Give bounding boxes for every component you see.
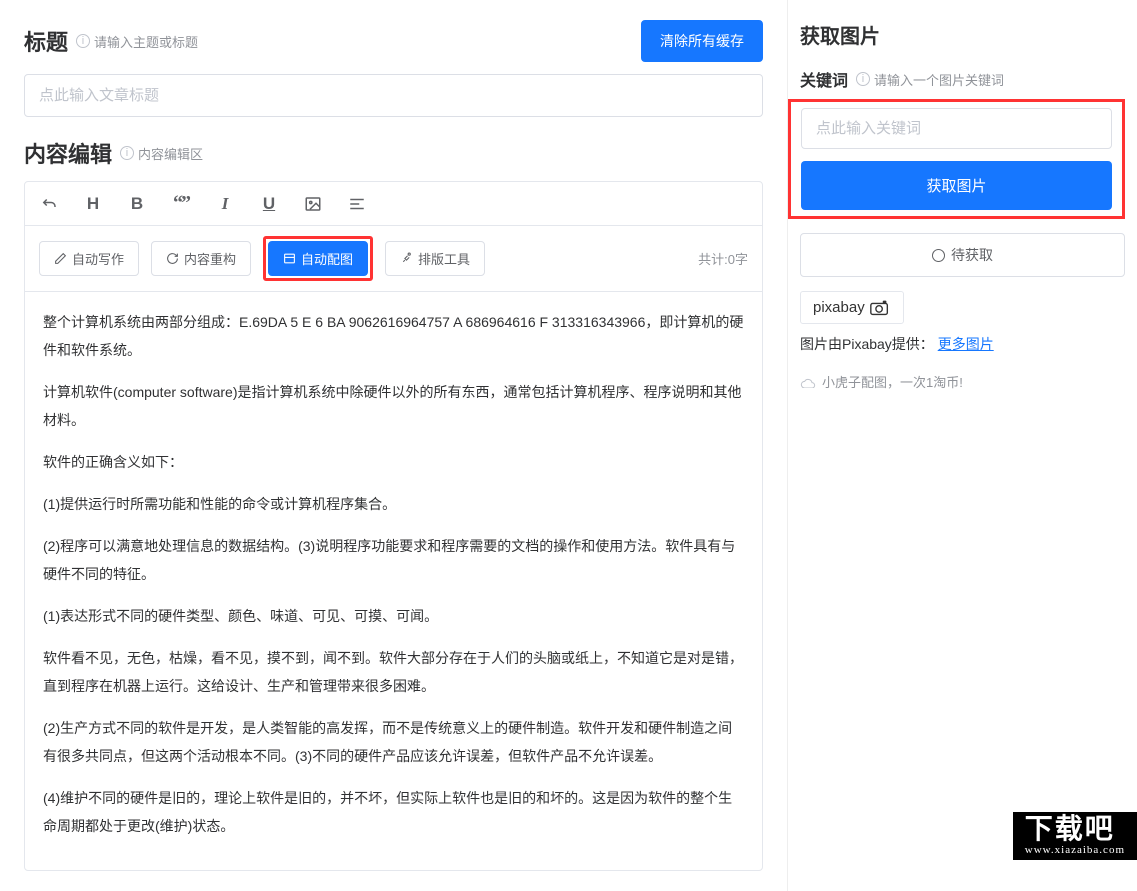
italic-icon[interactable]: I [215,194,235,214]
image-layout-icon [283,252,296,265]
underline-icon[interactable]: U [259,194,279,214]
align-icon[interactable] [347,195,367,213]
paragraph: (4)维护不同的硬件是旧的，理论上软件是旧的，并不坏，但实际上软件也是旧的和坏的… [43,784,744,840]
word-counter: 共计:0字 [698,249,748,268]
format-toolbar: H B “” I U [25,182,762,226]
refresh-icon [166,252,179,265]
quote-icon[interactable]: “” [171,192,191,215]
editor-container: H B “” I U 自动写作 内容重构 [24,181,763,871]
heading-icon[interactable]: H [83,194,103,214]
paragraph: (2)生产方式不同的软件是开发，是人类智能的高发挥，而不是传统意义上的硬件制造。… [43,714,744,770]
bold-icon[interactable]: B [127,194,147,214]
content-hint: i 内容编辑区 [120,144,203,163]
keyword-highlight-box: 获取图片 [788,99,1125,219]
undo-icon[interactable] [39,195,59,213]
paragraph: 软件看不见，无色，枯燥，看不见，摸不到，闻不到。软件大部分存在于人们的头脑或纸上… [43,644,744,700]
circle-icon [932,249,945,262]
watermark: 下载吧 www.xiazaiba.com [1013,812,1137,860]
coin-note: 小虎子配图，一次1淘币! [788,372,1125,391]
content-rebuild-button[interactable]: 内容重构 [151,241,251,276]
sidebar-title: 获取图片 [788,20,1125,49]
image-icon[interactable] [303,195,323,213]
paragraph: (2)程序可以满意地处理信息的数据结构。(3)说明程序功能要求和程序需要的文档的… [43,532,744,588]
content-header: 内容编辑 i 内容编辑区 [24,137,763,169]
pencil-icon [54,252,67,265]
get-image-button[interactable]: 获取图片 [801,161,1112,210]
pending-button[interactable]: 待获取 [800,233,1125,277]
paragraph: (1)提供运行时所需功能和性能的命令或计算机程序集合。 [43,490,744,518]
clear-cache-button[interactable]: 清除所有缓存 [641,20,763,62]
auto-image-highlight: 自动配图 [263,236,373,281]
pixabay-badge: pixabay [800,291,904,324]
camera-icon [869,300,891,316]
auto-image-button[interactable]: 自动配图 [268,241,368,276]
more-images-link[interactable]: 更多图片 [938,336,994,352]
paragraph: (1)表达形式不同的硬件类型、颜色、味道、可见、可摸、可闻。 [43,602,744,630]
title-label: 标题 [24,25,68,57]
info-icon: i [856,72,870,86]
action-toolbar: 自动写作 内容重构 自动配图 排版工具 [25,226,762,292]
tools-icon [400,252,413,265]
keyword-hint: i 请输入一个图片关键词 [856,70,1004,89]
paragraph: 软件的正确含义如下： [43,448,744,476]
auto-write-button[interactable]: 自动写作 [39,241,139,276]
keyword-label: 关键词 [800,67,848,91]
editor-content[interactable]: 整个计算机系统由两部分组成：E.69DA 5 E 6 BA 9062616964… [25,292,762,870]
paragraph: 计算机软件(computer software)是指计算机系统中除硬件以外的所有… [43,378,744,434]
article-title-input[interactable] [24,74,763,117]
provider-text: 图片由Pixabay提供： 更多图片 [788,334,1125,354]
title-header: 标题 i 请输入主题或标题 清除所有缓存 [24,20,763,62]
keyword-input[interactable] [801,108,1112,149]
layout-tool-button[interactable]: 排版工具 [385,241,485,276]
title-hint: i 请输入主题或标题 [76,32,198,51]
info-icon: i [76,34,90,48]
paragraph: 整个计算机系统由两部分组成：E.69DA 5 E 6 BA 9062616964… [43,308,744,364]
keyword-header: 关键词 i 请输入一个图片关键词 [788,67,1125,91]
info-icon: i [120,146,134,160]
cloud-icon [800,376,816,388]
content-edit-label: 内容编辑 [24,137,112,169]
